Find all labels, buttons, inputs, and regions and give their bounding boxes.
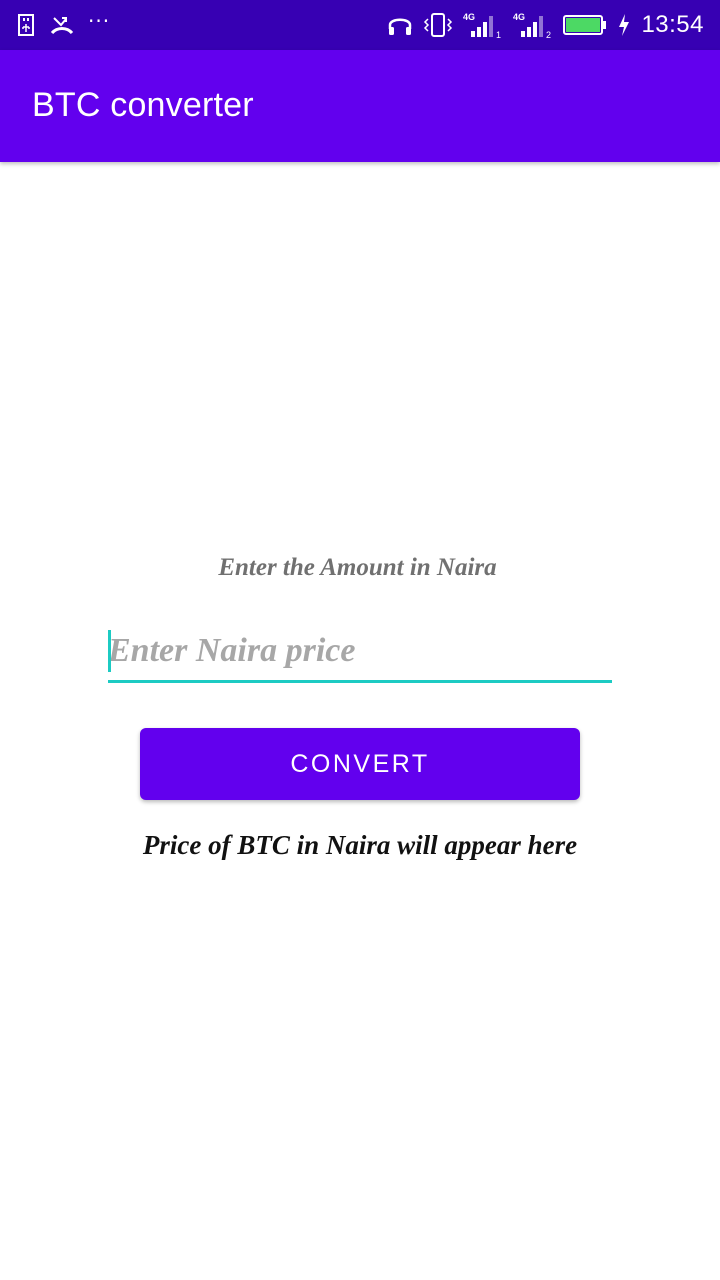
network-type-sim2: 4G [513,12,525,22]
more-notifications-icon: ··· [88,9,111,33]
amount-prompt-label: Enter the Amount in Naira [218,554,497,581]
battery-icon [563,14,607,36]
app-bar: BTC converter [0,50,720,162]
convert-button[interactable]: CONVERT [140,728,580,800]
app-title: BTC converter [32,86,254,124]
status-bar-system: 4G 1 4G 2 13:54 [387,10,704,40]
sim-index-2: 2 [546,30,551,39]
signal-sim1-icon: 4G 1 [463,11,503,39]
headset-icon [387,13,413,37]
btc-price-result: Price of BTC in Naira will appear here [142,830,578,860]
sim-index-1: 1 [496,30,501,39]
missed-call-icon [50,14,74,36]
text-cursor [108,630,111,672]
charging-icon [617,13,631,37]
naira-price-input[interactable] [108,625,612,683]
network-type-sim1: 4G [463,12,475,22]
battery-fill [566,18,601,32]
status-bar-notifications: ··· [16,9,111,38]
naira-input-container[interactable] [108,625,612,683]
vibrate-icon [423,12,453,38]
usb-icon [16,13,36,37]
status-clock: 13:54 [641,11,704,38]
signal-sim2-icon: 4G 2 [513,11,553,39]
status-bar: ··· 4G 1 4G 2 13:54 [0,0,720,50]
